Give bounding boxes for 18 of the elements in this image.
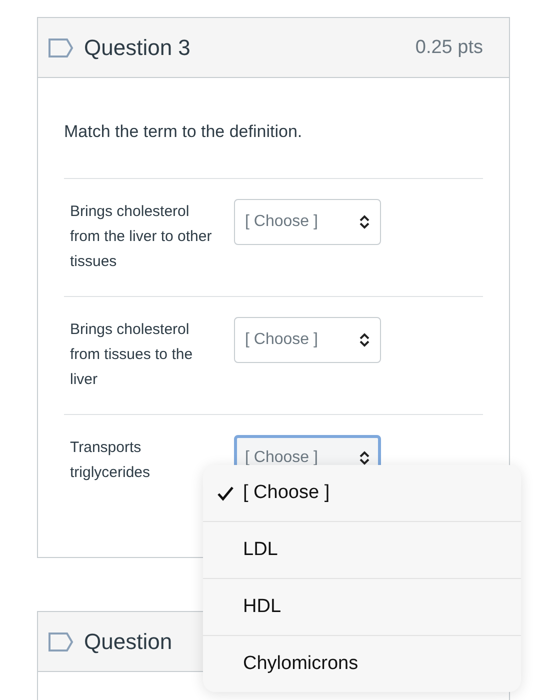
chevron-icon xyxy=(359,215,370,229)
dropdown-option[interactable]: LDL xyxy=(203,521,521,578)
answer-select[interactable]: [ Choose ] xyxy=(234,317,381,363)
flag-icon[interactable] xyxy=(48,632,74,652)
chevron-icon xyxy=(359,451,370,465)
dropdown-option[interactable]: Chylomicrons xyxy=(203,635,521,692)
match-term: Transports triglycerides xyxy=(70,438,152,483)
chevron-icon xyxy=(359,333,370,347)
question-title: Question xyxy=(84,628,174,654)
dropdown-option[interactable]: HDL xyxy=(203,578,521,635)
flag-icon[interactable] xyxy=(48,38,74,58)
match-term: Brings cholesterol from tissues to the liver xyxy=(70,320,194,390)
answer-select[interactable]: [ Choose ] xyxy=(234,199,381,245)
check-icon xyxy=(217,486,234,500)
match-term: Brings cholesterol from the liver to other tissues xyxy=(70,202,213,272)
question-points: 0.25 pts xyxy=(415,36,483,58)
question-title: Question 3 xyxy=(84,34,192,60)
question-prompt: Match the term to the definition. xyxy=(64,121,304,143)
